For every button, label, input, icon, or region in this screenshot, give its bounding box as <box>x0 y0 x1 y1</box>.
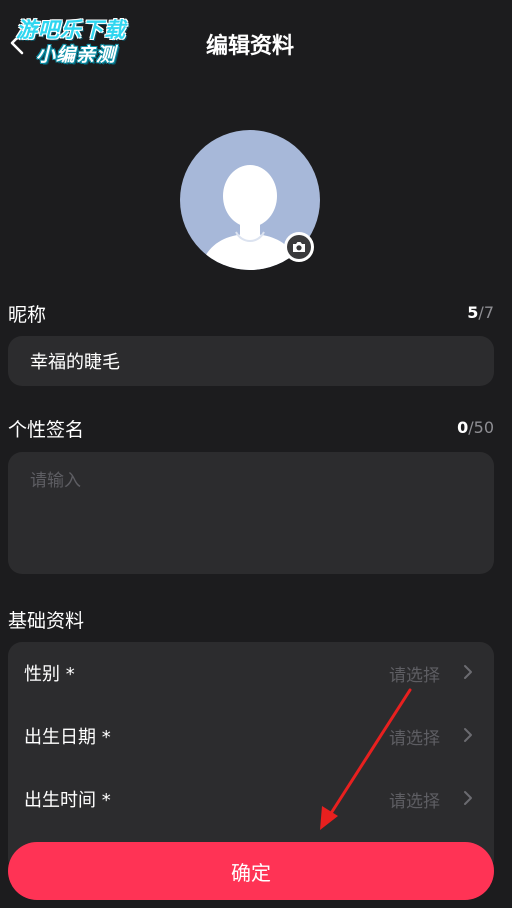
nickname-count: 5 <box>467 303 479 322</box>
signature-counter: 0/50 <box>457 418 494 437</box>
birth-date-label: 出生日期 * <box>24 727 111 748</box>
birth-time-row[interactable]: 出生时间 * 请选择 <box>8 768 494 828</box>
chevron-right-icon <box>464 728 472 742</box>
page-title: 编辑资料 <box>205 34 294 59</box>
nickname-label: 昵称 <box>8 304 47 326</box>
birth-time-label: 出生时间 * <box>24 790 111 811</box>
camera-icon <box>287 235 311 259</box>
change-avatar-button[interactable] <box>284 232 314 262</box>
signature-count: 0 <box>457 418 469 437</box>
birth-date-row[interactable]: 出生日期 * 请选择 <box>8 705 494 765</box>
birth-date-value: 请选择 <box>389 729 440 749</box>
nickname-counter: 5/7 <box>467 303 494 322</box>
chevron-right-icon <box>464 791 472 805</box>
gender-row[interactable]: 性别 * 请选择 <box>8 642 494 702</box>
nickname-value: 幸福的睫毛 <box>30 352 120 373</box>
confirm-label: 确定 <box>231 860 271 885</box>
signature-placeholder: 请输入 <box>30 471 81 491</box>
avatar-container[interactable] <box>180 130 320 270</box>
confirm-button[interactable]: 确定 <box>8 842 494 900</box>
basic-info-label: 基础资料 <box>8 610 85 632</box>
chevron-right-icon <box>464 665 472 679</box>
nickname-input[interactable]: 幸福的睫毛 <box>8 336 494 386</box>
signature-label: 个性签名 <box>8 419 85 441</box>
gender-value: 请选择 <box>389 666 440 686</box>
signature-input[interactable]: 请输入 <box>8 452 494 574</box>
birth-time-value: 请选择 <box>389 792 440 812</box>
nickname-max: /7 <box>478 303 494 322</box>
header: 游吧乐下载 小编亲测 编辑资料 <box>0 0 512 84</box>
basic-info-card: 性别 * 请选择 出生日期 * 请选择 出生时间 * 请选择 <box>8 642 494 872</box>
gender-label: 性别 * <box>24 664 75 685</box>
signature-max: /50 <box>468 418 494 437</box>
